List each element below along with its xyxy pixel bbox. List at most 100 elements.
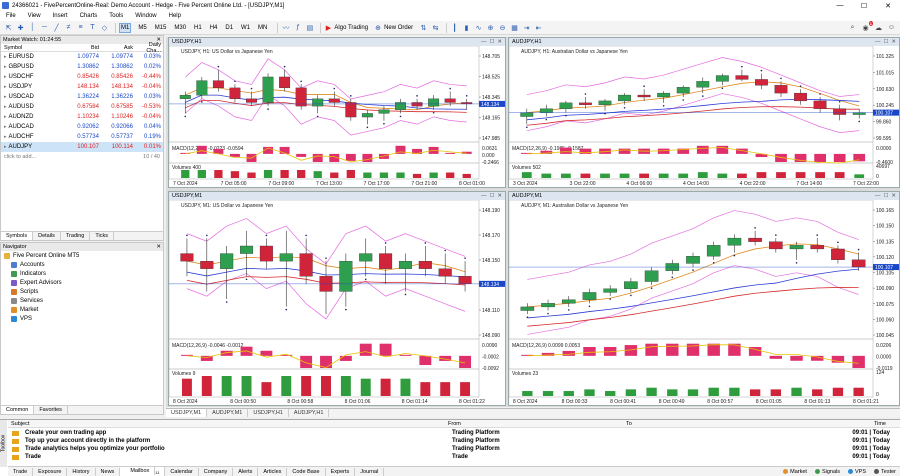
zoom-in-icon[interactable]: ⊕ bbox=[486, 23, 495, 32]
tab-code-base[interactable]: Code Base bbox=[287, 467, 326, 476]
zoom-out-icon[interactable]: ⊖ bbox=[498, 23, 507, 32]
minimize-icon[interactable]: — bbox=[875, 39, 881, 45]
market-watch-row[interactable]: USDJPY 148.134 148.134 -0.04% bbox=[1, 82, 163, 92]
menu-charts[interactable]: Charts bbox=[80, 13, 98, 19]
add-symbol-link[interactable]: click to add... bbox=[4, 154, 36, 160]
maximize-icon[interactable]: ☐ bbox=[883, 193, 888, 199]
navigator-item-market[interactable]: Market bbox=[1, 305, 163, 314]
algo-trading-button[interactable]: ▶ Algo Trading bbox=[324, 24, 368, 32]
menu-window[interactable]: Window bbox=[135, 13, 156, 19]
chart-usdjpy-m1[interactable]: USDJPY, M1: US Dollar vs Japanese Yen 148… bbox=[169, 200, 505, 405]
close-icon[interactable]: ✕ bbox=[891, 193, 896, 199]
tab-journal[interactable]: Journal bbox=[355, 467, 385, 476]
tab-history[interactable]: History bbox=[67, 467, 96, 476]
chart-shift-icon[interactable]: ⇤ bbox=[534, 23, 543, 32]
user-icon[interactable]: ☺ bbox=[887, 23, 896, 32]
chart-window-usdjpy-h1[interactable]: USDJPY,H1 — ☐ ✕ USDJPY, H1: US Dollar vs J… bbox=[168, 37, 506, 188]
market-watch-row[interactable]: AUDCAD 0.92062 0.92066 0.04% bbox=[1, 122, 163, 132]
market-watch-row[interactable]: USDCAD 1.36224 1.36226 0.03% bbox=[1, 92, 163, 102]
templates-icon[interactable]: ▤ bbox=[305, 23, 314, 32]
indicators-icon[interactable]: ƒ bbox=[293, 23, 302, 32]
market-watch-row[interactable]: AUDNZD 1.10234 1.10246 -0.04% bbox=[1, 112, 163, 122]
menu-view[interactable]: View bbox=[28, 13, 41, 19]
timeframe-mn[interactable]: MN bbox=[257, 24, 268, 32]
menu-help[interactable]: Help bbox=[169, 13, 181, 19]
autoscroll-icon[interactable]: ⇥ bbox=[522, 23, 531, 32]
close-icon[interactable]: ✕ bbox=[497, 193, 502, 199]
menu-insert[interactable]: Insert bbox=[53, 13, 68, 19]
vertical-line-icon[interactable]: │ bbox=[28, 23, 37, 32]
minimize-icon[interactable]: — bbox=[875, 193, 881, 199]
community-icon[interactable]: ☁ bbox=[874, 23, 883, 32]
column-time[interactable]: Time bbox=[826, 421, 886, 427]
vps-status[interactable]: VPS bbox=[848, 469, 866, 475]
mail-row[interactable]: Trade Trade 09:01 | Today bbox=[8, 453, 900, 461]
timeframe-d1[interactable]: D1 bbox=[224, 24, 234, 32]
chart-type-icon[interactable]: 〰 bbox=[281, 23, 290, 32]
column-change[interactable]: Daily Cha... bbox=[133, 42, 163, 54]
chart-tab-usdjpy-h1[interactable]: USDJPY,H1 bbox=[248, 409, 289, 417]
timeframe-m5[interactable]: M5 bbox=[137, 24, 147, 32]
tab-company[interactable]: Company bbox=[199, 467, 234, 476]
chart-tab-usdjpy-m1[interactable]: USDJPY,M1 bbox=[166, 409, 208, 417]
line-chart-icon[interactable]: ∿ bbox=[474, 23, 483, 32]
tab-details[interactable]: Details bbox=[33, 232, 61, 240]
tab-exposure[interactable]: Exposure bbox=[33, 467, 68, 476]
mail-row[interactable]: Trade analytics helps you optimize your … bbox=[8, 445, 900, 453]
tab-ticks[interactable]: Ticks bbox=[90, 232, 114, 240]
signals-status[interactable]: Signals bbox=[814, 469, 840, 475]
timeframe-w1[interactable]: W1 bbox=[240, 24, 251, 32]
mail-row[interactable]: Create your own trading app Trading Plat… bbox=[8, 429, 900, 437]
minimize-icon[interactable]: — bbox=[481, 193, 487, 199]
market-watch-row[interactable]: AUDCHF 0.57734 0.57737 0.19% bbox=[1, 132, 163, 142]
navigator-root[interactable]: Five Percent Online MT5 bbox=[1, 251, 163, 260]
market-watch-row[interactable]: USDCHF 0.85426 0.85426 -0.44% bbox=[1, 72, 163, 82]
tab-favorites[interactable]: Favorites bbox=[34, 406, 68, 414]
tab-mailbox[interactable]: Mailbox 11 bbox=[120, 466, 166, 476]
timeframe-m30[interactable]: M30 bbox=[173, 24, 187, 32]
close-icon[interactable]: ✕ bbox=[891, 39, 896, 45]
navigator-item-scripts[interactable]: Scripts bbox=[1, 287, 163, 296]
search-icon[interactable]: ⌕ bbox=[848, 23, 857, 32]
tab-common[interactable]: Common bbox=[1, 406, 35, 414]
tab-news[interactable]: News bbox=[96, 467, 121, 476]
notifications-icon[interactable]: ◉ 1 bbox=[861, 21, 873, 32]
tab-alerts[interactable]: Alerts bbox=[233, 467, 259, 476]
mail-row[interactable]: Top up your account directly in the plat… bbox=[8, 437, 900, 445]
timeframe-m15[interactable]: M15 bbox=[154, 24, 168, 32]
tab-symbols[interactable]: Symbols bbox=[1, 232, 34, 240]
chart-window-usdjpy-m1[interactable]: USDJPY,M1 — ☐ ✕ USDJPY, M1: US Dollar vs J… bbox=[168, 191, 506, 406]
chart-audjpy-m1[interactable]: AUDJPY, M1: Australian Dollar vs Japanes… bbox=[509, 200, 899, 405]
column-symbol[interactable]: Symbol bbox=[1, 45, 65, 51]
candle-chart-icon[interactable]: ▮ bbox=[462, 23, 471, 32]
cursor-icon[interactable]: ⇱ bbox=[4, 23, 13, 32]
navigator-item-indicators[interactable]: Indicators bbox=[1, 269, 163, 278]
maximize-icon[interactable]: ☐ bbox=[489, 39, 494, 45]
maximize-icon[interactable]: ☐ bbox=[883, 39, 888, 45]
text-icon[interactable]: T bbox=[88, 23, 97, 32]
channel-icon[interactable]: ≠ bbox=[64, 23, 73, 32]
market-watch-row[interactable]: AUDUSD 0.67584 0.67585 -0.53% bbox=[1, 102, 163, 112]
crosshair-icon[interactable]: ✚ bbox=[16, 23, 25, 32]
trendline-icon[interactable]: ╱ bbox=[52, 23, 61, 32]
timeframe-m1[interactable]: M1 bbox=[119, 22, 132, 33]
fibonacci-icon[interactable]: ≡ bbox=[76, 23, 85, 32]
close-icon[interactable]: ✕ bbox=[876, 0, 900, 11]
tester-status[interactable]: Tester bbox=[874, 469, 896, 475]
menu-tools[interactable]: Tools bbox=[109, 13, 123, 19]
minimize-icon[interactable]: — bbox=[828, 0, 852, 11]
chart-audjpy-h1[interactable]: AUDJPY, H1: Australian Dollar vs Japanes… bbox=[509, 46, 899, 187]
tab-trading[interactable]: Trading bbox=[61, 232, 91, 240]
chart-window-audjpy-m1[interactable]: AUDJPY,M1 — ☐ ✕ AUDJPY, M1: Australian Dol… bbox=[508, 191, 900, 406]
tab-articles[interactable]: Articles bbox=[258, 467, 288, 476]
market-watch-row[interactable]: GBPUSD 1.30862 1.30862 0.02% bbox=[1, 62, 163, 72]
column-from[interactable]: From bbox=[448, 421, 626, 427]
panel-close-icon[interactable]: ✕ bbox=[156, 244, 163, 250]
navigator-item-expert-advisors[interactable]: Expert Advisors bbox=[1, 278, 163, 287]
navigator-item-accounts[interactable]: Accounts bbox=[1, 260, 163, 269]
bar-chart-icon[interactable]: ┃ bbox=[450, 23, 459, 32]
timeframe-h4[interactable]: H4 bbox=[209, 24, 219, 32]
tab-calendar[interactable]: Calendar bbox=[165, 467, 199, 476]
horizontal-line-icon[interactable]: ─ bbox=[40, 23, 49, 32]
depth-of-market-icon[interactable]: ⇅ bbox=[419, 23, 428, 32]
